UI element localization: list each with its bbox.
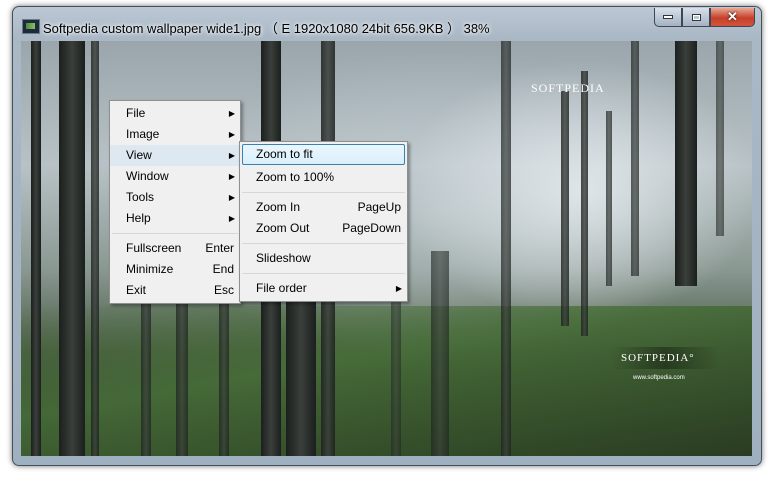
tree-trunk bbox=[606, 111, 612, 286]
menu-item-label: Window bbox=[126, 169, 169, 183]
menu-item-zoom-in[interactable]: Zoom In PageUp bbox=[240, 197, 407, 218]
maximize-button[interactable] bbox=[682, 8, 710, 27]
tree-trunk bbox=[31, 41, 41, 456]
title-bar[interactable]: Softpedia custom wallpaper wide1.jpg （ E… bbox=[13, 7, 761, 41]
softpedia-logo: SOFTPEDIA bbox=[531, 81, 605, 95]
minimize-button[interactable] bbox=[654, 8, 682, 27]
maximize-icon bbox=[691, 13, 701, 21]
tree-trunk bbox=[561, 91, 569, 326]
menu-item-label: Zoom to fit bbox=[256, 147, 313, 161]
menu-item-image[interactable]: Image ▶ bbox=[110, 124, 240, 145]
softpedia-logo-lower: SOFTPEDIA° bbox=[621, 352, 695, 364]
tree-trunk bbox=[59, 41, 85, 456]
menu-item-label: Slideshow bbox=[256, 251, 311, 265]
menu-separator bbox=[242, 243, 405, 244]
menu-item-zoom-out[interactable]: Zoom Out PageDown bbox=[240, 218, 407, 239]
submenu-arrow-icon: ▶ bbox=[228, 214, 235, 223]
menu-shortcut: Esc bbox=[213, 283, 234, 297]
tree-trunk bbox=[716, 41, 724, 236]
tree-trunk bbox=[631, 41, 639, 276]
menu-shortcut: PageDown bbox=[342, 221, 401, 235]
menu-item-label: Zoom In bbox=[256, 200, 301, 214]
submenu-arrow-icon: ▶ bbox=[228, 130, 235, 139]
submenu-arrow-icon: ▶ bbox=[395, 284, 402, 293]
menu-item-tools[interactable]: Tools ▶ bbox=[110, 187, 240, 208]
minimize-icon bbox=[663, 15, 673, 19]
submenu-arrow-icon: ▶ bbox=[228, 193, 235, 202]
menu-shortcut: End bbox=[212, 262, 234, 276]
menu-item-fullscreen[interactable]: Fullscreen Enter bbox=[110, 238, 240, 259]
submenu-arrow-icon: ▶ bbox=[228, 151, 235, 160]
caption-buttons: ✕ bbox=[654, 8, 755, 27]
menu-item-view[interactable]: View ▶ bbox=[110, 145, 240, 166]
context-menu: File ▶ Image ▶ View ▶ Window ▶ Tools ▶ Help ▶ … bbox=[109, 100, 241, 304]
menu-padding bbox=[110, 301, 240, 303]
forest-ground bbox=[21, 306, 752, 456]
menu-item-label: File order bbox=[256, 281, 307, 295]
menu-item-zoom-to-fit[interactable]: Zoom to fit bbox=[242, 144, 405, 165]
menu-item-exit[interactable]: Exit Esc bbox=[110, 280, 240, 301]
menu-item-file-order[interactable]: File order ▶ bbox=[240, 278, 407, 299]
menu-item-minimize[interactable]: Minimize End bbox=[110, 259, 240, 280]
submenu-arrow-icon: ▶ bbox=[228, 172, 235, 181]
menu-item-window[interactable]: Window ▶ bbox=[110, 166, 240, 187]
close-icon: ✕ bbox=[727, 9, 738, 24]
menu-item-zoom-100[interactable]: Zoom to 100% bbox=[240, 167, 407, 188]
tree-trunk bbox=[675, 41, 697, 286]
menu-shortcut: Enter bbox=[205, 241, 234, 255]
menu-item-label: Help bbox=[126, 211, 151, 225]
menu-item-label: Minimize bbox=[126, 262, 174, 276]
tree-trunk bbox=[581, 71, 588, 336]
menu-padding bbox=[240, 299, 407, 301]
menu-item-file[interactable]: File ▶ bbox=[110, 103, 240, 124]
menu-separator bbox=[242, 192, 405, 193]
menu-item-label: View bbox=[126, 148, 152, 162]
menu-item-label: Tools bbox=[126, 190, 155, 204]
menu-shortcut: PageUp bbox=[357, 200, 401, 214]
menu-item-label: Zoom Out bbox=[256, 221, 310, 235]
menu-item-label: Exit bbox=[126, 283, 147, 297]
tree-trunk bbox=[91, 41, 99, 456]
menu-item-slideshow[interactable]: Slideshow bbox=[240, 248, 407, 269]
softpedia-url: www.softpedia.com bbox=[633, 375, 685, 381]
close-button[interactable]: ✕ bbox=[710, 8, 755, 27]
menu-separator bbox=[112, 233, 238, 234]
menu-item-label: Zoom to 100% bbox=[256, 170, 335, 184]
view-submenu: Zoom to fit Zoom to 100% Zoom In PageUp Z… bbox=[239, 141, 408, 302]
image-viewer-icon[interactable] bbox=[22, 19, 40, 34]
tree-trunk bbox=[431, 251, 449, 456]
menu-item-label: Fullscreen bbox=[126, 241, 182, 255]
submenu-arrow-icon: ▶ bbox=[228, 109, 235, 118]
window-title: Softpedia custom wallpaper wide1.jpg （ E… bbox=[43, 21, 490, 36]
menu-item-label: File bbox=[126, 106, 146, 120]
menu-item-help[interactable]: Help ▶ bbox=[110, 208, 240, 229]
menu-item-label: Image bbox=[126, 127, 160, 141]
menu-separator bbox=[242, 273, 405, 274]
tree-trunk bbox=[501, 41, 511, 456]
